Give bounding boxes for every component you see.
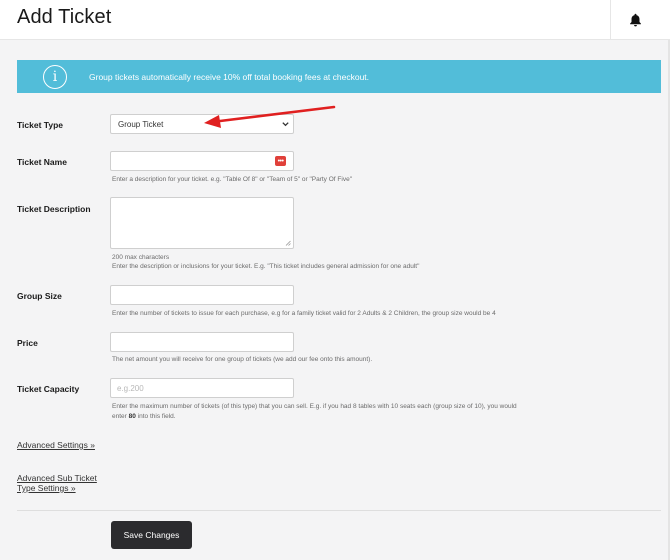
ticket-type-label: Ticket Type — [17, 120, 63, 130]
save-changes-button[interactable]: Save Changes — [111, 521, 192, 549]
page-title: Add Ticket — [17, 6, 112, 28]
divider — [17, 510, 661, 511]
ticket-capacity-placeholder: e.g.200 — [117, 384, 144, 393]
ticket-name-input[interactable]: ••• — [110, 151, 294, 171]
advanced-sub-ticket-line1: Advanced Sub Ticket — [17, 473, 97, 483]
help-text-post: into this field. — [135, 413, 176, 420]
price-input[interactable] — [110, 332, 294, 352]
ticket-description-help: Enter the description or inclusions for … — [112, 263, 420, 270]
advanced-settings-link[interactable]: Advanced Settings » — [17, 440, 95, 450]
top-bar: Add Ticket — [0, 0, 670, 40]
group-size-input[interactable] — [110, 285, 294, 305]
ticket-type-value: Group Ticket — [118, 119, 164, 129]
ticket-name-help: Enter a description for your ticket. e.g… — [112, 176, 352, 183]
ticket-capacity-help-line1: Enter the maximum number of tickets (of … — [112, 403, 517, 410]
resize-handle-icon[interactable] — [285, 240, 291, 246]
bell-icon — [630, 13, 641, 26]
help-text-pre: enter — [112, 413, 129, 420]
ticket-capacity-label: Ticket Capacity — [17, 384, 80, 394]
info-banner-text: Group tickets automatically receive 10% … — [89, 71, 370, 82]
advanced-sub-ticket-link[interactable]: Advanced Sub Ticket Type Settings » — [17, 473, 97, 493]
ticket-capacity-help-line2: enter 80 into this field. — [112, 412, 176, 422]
advanced-sub-ticket-line2: Type Settings » — [17, 483, 76, 493]
help-text-bold-value: 80 — [128, 413, 136, 420]
notifications-button[interactable] — [610, 0, 660, 39]
group-size-label: Group Size — [17, 291, 62, 301]
ticket-capacity-input[interactable]: e.g.200 — [110, 378, 294, 398]
annotation-arrow — [204, 105, 336, 128]
ticket-description-textarea[interactable] — [110, 197, 294, 249]
password-manager-icon[interactable]: ••• — [275, 156, 286, 166]
price-label: Price — [17, 338, 38, 348]
group-size-help: Enter the number of tickets to issue for… — [112, 310, 496, 317]
ticket-name-label: Ticket Name — [17, 157, 67, 167]
info-banner: i Group tickets automatically receive 10… — [17, 60, 661, 93]
price-help: The net amount you will receive for one … — [112, 356, 373, 363]
ticket-description-label: Ticket Description — [17, 204, 91, 214]
info-icon: i — [43, 64, 67, 89]
